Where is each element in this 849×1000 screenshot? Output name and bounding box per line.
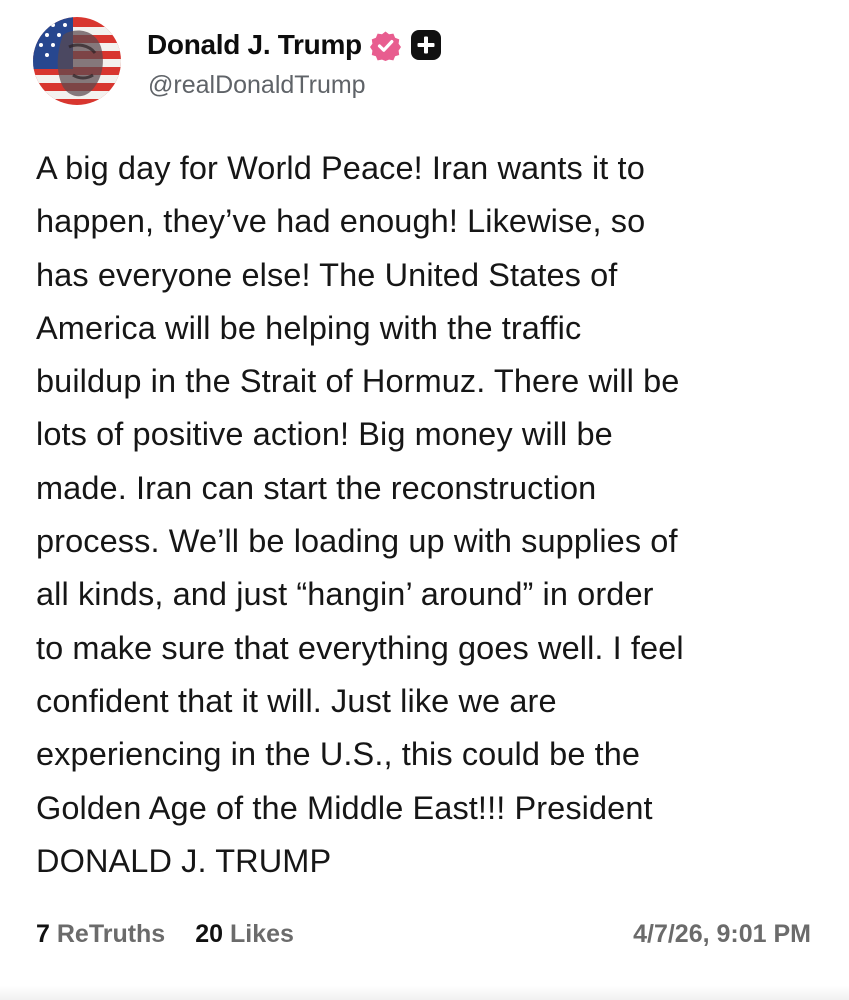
plus-icon[interactable] bbox=[410, 30, 441, 60]
post-text-line: happen, they’ve had enough! Likewise, so bbox=[36, 203, 646, 240]
author-handle[interactable]: @realDonaldTrump bbox=[148, 71, 366, 100]
post-text: A big day for World Peace! Iran wants it… bbox=[36, 142, 836, 888]
retruths-stat[interactable]: 7 ReTruths bbox=[36, 920, 165, 949]
likes-count: 20 bbox=[195, 920, 224, 948]
flag-portrait-avatar-icon bbox=[33, 17, 121, 105]
post-text-line: buildup in the Strait of Hormuz. There w… bbox=[36, 363, 680, 400]
likes-label: Likes bbox=[229, 920, 294, 948]
author-avatar[interactable] bbox=[33, 17, 121, 105]
bottom-divider bbox=[0, 986, 849, 1000]
post-text-line: America will be helping with the traffic bbox=[36, 309, 582, 346]
post-text-line: DONALD J. TRUMP bbox=[36, 842, 332, 879]
post-timestamp: 4/7/26, 9:01 PM bbox=[633, 920, 811, 948]
retruths-label: ReTruths bbox=[56, 920, 166, 948]
truth-post: Donald J. Trump @realDonaldTrump A big d… bbox=[0, 0, 849, 1000]
post-text-line: has everyone else! The United States of bbox=[36, 256, 618, 293]
author-name-row: Donald J. Trump bbox=[147, 25, 441, 65]
retruths-count: 7 bbox=[36, 920, 50, 948]
author-display-name[interactable]: Donald J. Trump bbox=[147, 29, 362, 61]
engagement-stats: 7 ReTruths 20 Likes bbox=[36, 920, 324, 949]
post-text-line: lots of positive action! Big money will … bbox=[36, 416, 613, 453]
verified-badge-icon bbox=[369, 30, 401, 61]
post-text-line: experiencing in the U.S., this could be … bbox=[36, 736, 641, 773]
likes-stat[interactable]: 20 Likes bbox=[195, 920, 294, 949]
post-text-line: to make sure that everything goes well. … bbox=[36, 629, 684, 666]
post-text-line: process. We’ll be loading up with suppli… bbox=[36, 523, 678, 560]
post-text-line: made. Iran can start the reconstruction bbox=[36, 469, 597, 506]
post-text-line: A big day for World Peace! Iran wants it… bbox=[36, 150, 645, 186]
post-text-line: all kinds, and just “hangin’ around” in … bbox=[36, 576, 654, 613]
post-text-line: Golden Age of the Middle East!!! Preside… bbox=[36, 789, 653, 826]
post-text-line: confident that it will. Just like we are bbox=[36, 682, 557, 719]
